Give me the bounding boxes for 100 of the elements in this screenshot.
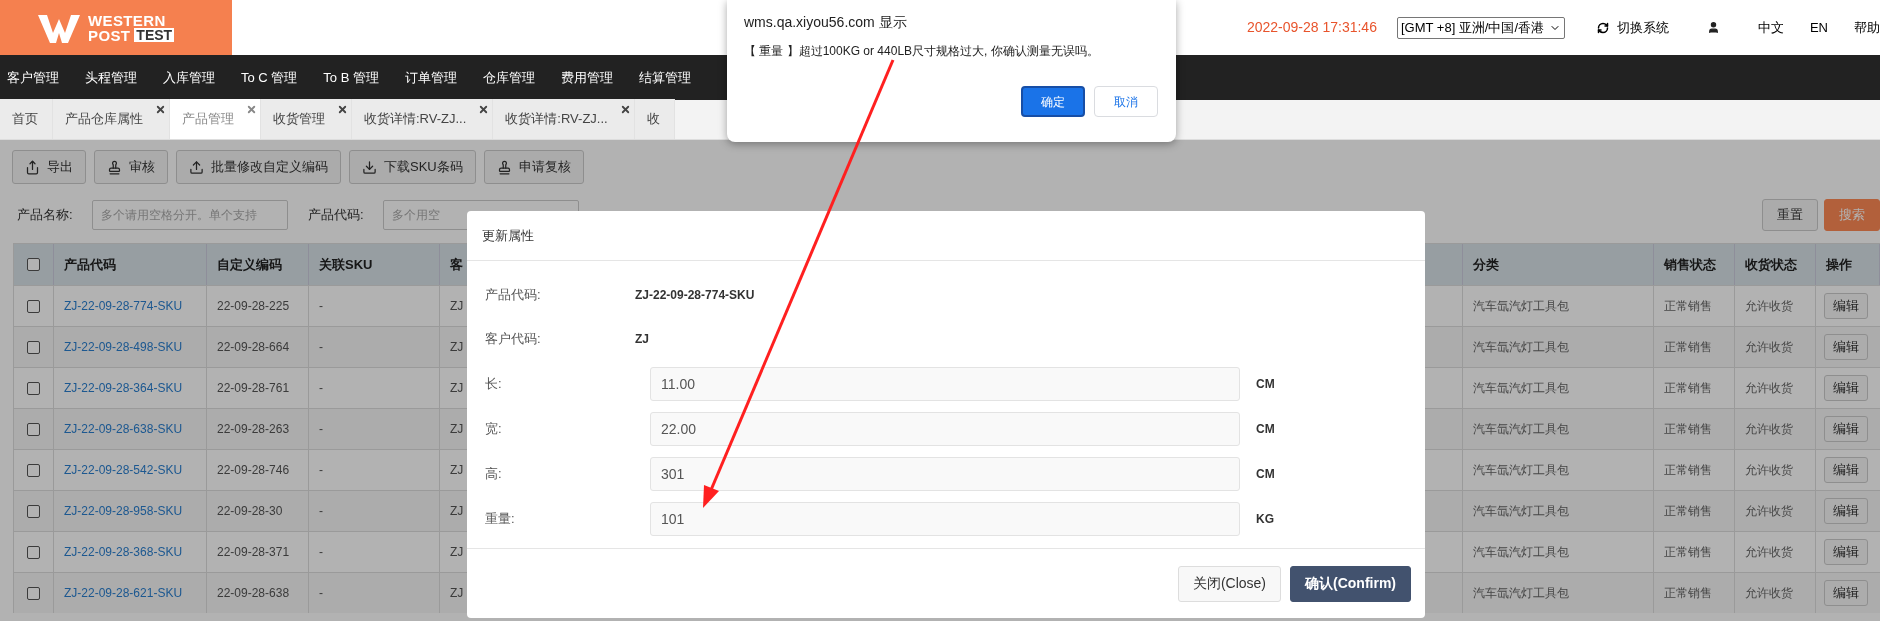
table-cell-text: ZJ [450, 380, 464, 397]
nav-item[interactable]: 费用管理 [553, 67, 620, 88]
alert-title: wms.qa.xiyou56.com 显示 [744, 13, 908, 32]
table-cell-text: 允许收货 [1745, 544, 1793, 561]
checkbox[interactable] [27, 504, 40, 518]
switch-system-button[interactable]: 切换系统 [1596, 17, 1669, 38]
nav-item[interactable]: 头程管理 [78, 67, 144, 88]
table-cell-text: 22-09-28-761 [217, 380, 290, 397]
table-cell-text: 22-09-28-371 [217, 544, 290, 561]
edit-button[interactable]: 编辑 [1824, 375, 1868, 401]
table-cell-text: 正常销售 [1664, 339, 1712, 356]
table-cell-text: - [319, 421, 323, 438]
table-cell-text: 汽车氙汽灯工具包 [1473, 585, 1569, 602]
checkbox[interactable] [27, 340, 40, 354]
table-cell-text: 正常销售 [1664, 380, 1712, 397]
product-code-link[interactable]: ZJ-22-09-28-774-SKU [64, 297, 183, 315]
nav-item[interactable]: 订单管理 [397, 67, 464, 88]
alert-button[interactable]: 确定 [1021, 86, 1085, 117]
checkbox[interactable] [27, 381, 40, 395]
input-field[interactable]: 101 [650, 501, 1240, 536]
page-tab[interactable]: 产品管理 [170, 99, 261, 139]
table-cell-text: 允许收货 [1745, 298, 1793, 315]
nav-item[interactable]: To B 管理 [316, 67, 386, 88]
toolbar-button[interactable]: 审核 [94, 150, 168, 184]
dialog-button[interactable]: 关闭(Close) [1177, 565, 1281, 602]
close-icon[interactable] [478, 104, 490, 115]
unit-label: CM [1256, 375, 1275, 393]
nav-item[interactable]: 结算管理 [631, 67, 698, 88]
close-icon[interactable] [337, 104, 348, 115]
edit-button[interactable]: 编辑 [1824, 539, 1868, 565]
edit-button[interactable]: 编辑 [1824, 498, 1868, 524]
edit-button[interactable]: 编辑 [1824, 580, 1868, 606]
table-cell-text: 允许收货 [1745, 380, 1793, 397]
table-cell-text: 汽车氙汽灯工具包 [1473, 421, 1569, 438]
table-cell-text: 允许收货 [1745, 339, 1793, 356]
dialog-title: 更新属性 [482, 226, 534, 245]
product-code-link[interactable]: ZJ-22-09-28-368-SKU [64, 543, 183, 561]
edit-button[interactable]: 编辑 [1824, 457, 1868, 483]
language-link[interactable]: 中文 [1757, 17, 1784, 38]
nav-item[interactable]: 仓库管理 [475, 67, 542, 88]
table-cell-text: 正常销售 [1664, 462, 1712, 479]
checkbox[interactable] [27, 586, 40, 600]
input-field[interactable]: 301 [650, 456, 1240, 491]
field-label: 客户代码: [485, 330, 542, 349]
dialog-button[interactable]: 确认(Confirm) [1290, 565, 1411, 602]
close-icon[interactable] [246, 104, 257, 115]
table-cell-text: 汽车氙汽灯工具包 [1473, 380, 1569, 397]
button-icon [496, 159, 512, 175]
input-field[interactable]: 22.00 [650, 411, 1240, 446]
toolbar-button[interactable]: 导出 [12, 150, 86, 184]
field-label: 产品代码: [308, 206, 365, 225]
alert-message: 【 重量 】超过100KG or 440LB尺寸规格过大, 你确认测量无误吗。 [744, 43, 1100, 60]
language-link[interactable]: EN [1809, 17, 1828, 38]
table-cell-text: 22-09-28-664 [217, 339, 290, 356]
table-cell-text: 22-09-28-638 [217, 585, 290, 602]
edit-button[interactable]: 编辑 [1824, 293, 1868, 319]
product-code-link[interactable]: ZJ-22-09-28-542-SKU [64, 461, 183, 479]
page-tab[interactable]: 首页 [0, 99, 53, 139]
toolbar-button[interactable]: 下载SKU条码 [349, 150, 476, 184]
table-cell-text: 正常销售 [1664, 421, 1712, 438]
user-icon[interactable] [1706, 21, 1720, 34]
checkbox[interactable] [27, 299, 40, 313]
field-label: 长: [485, 374, 503, 393]
help-link[interactable]: 帮助 [1854, 17, 1880, 38]
checkbox[interactable] [27, 463, 40, 477]
input-field[interactable]: 11.00 [650, 366, 1240, 401]
close-icon[interactable] [155, 104, 166, 115]
page-tab[interactable]: 收货详情:RV-ZJ... [352, 99, 494, 139]
table-cell-text: ZJ [450, 298, 464, 315]
logo-mark-icon [38, 12, 80, 43]
page-tab[interactable]: 收货管理 [261, 99, 352, 139]
page-tab[interactable]: 收货详情:RV-ZJ... [493, 99, 635, 139]
field-label: 产品代码: [485, 286, 542, 305]
search-action-button[interactable]: 重置 [1762, 199, 1818, 231]
toolbar-button[interactable]: 批量修改自定义编码 [176, 150, 341, 184]
edit-button[interactable]: 编辑 [1824, 416, 1868, 442]
page-tab[interactable]: 收 [634, 99, 675, 139]
logo-text: POST [88, 27, 131, 43]
table-cell-text: 正常销售 [1664, 298, 1712, 315]
button-icon [362, 159, 377, 175]
field-value: ZJ-22-09-28-774-SKU [635, 287, 755, 304]
nav-item[interactable]: 客户管理 [0, 67, 66, 88]
table-cell-text: 正常销售 [1664, 503, 1712, 520]
page-tab[interactable]: 产品仓库属性 [53, 99, 170, 139]
edit-button[interactable]: 编辑 [1824, 334, 1868, 360]
button-icon [107, 159, 122, 175]
checkbox[interactable] [27, 545, 40, 559]
timezone-select[interactable]: [GMT +8] 亚洲/中国/香港 [1396, 16, 1565, 39]
nav-item[interactable]: To C 管理 [234, 67, 305, 88]
logo-text: WESTERN [88, 12, 167, 28]
checkbox[interactable] [27, 422, 40, 436]
toolbar-button[interactable]: 申请复核 [483, 150, 584, 184]
table-cell-text: 汽车氙汽灯工具包 [1473, 544, 1569, 561]
close-icon[interactable] [619, 104, 631, 115]
product-code-link[interactable]: ZJ-22-09-28-364-SKU [64, 379, 183, 397]
nav-item[interactable]: 入库管理 [156, 67, 222, 88]
alert-button[interactable]: 取消 [1094, 86, 1158, 117]
logo-tag: TEST [134, 28, 175, 42]
checkbox[interactable] [27, 258, 40, 271]
table-cell-text: 允许收货 [1745, 462, 1793, 479]
